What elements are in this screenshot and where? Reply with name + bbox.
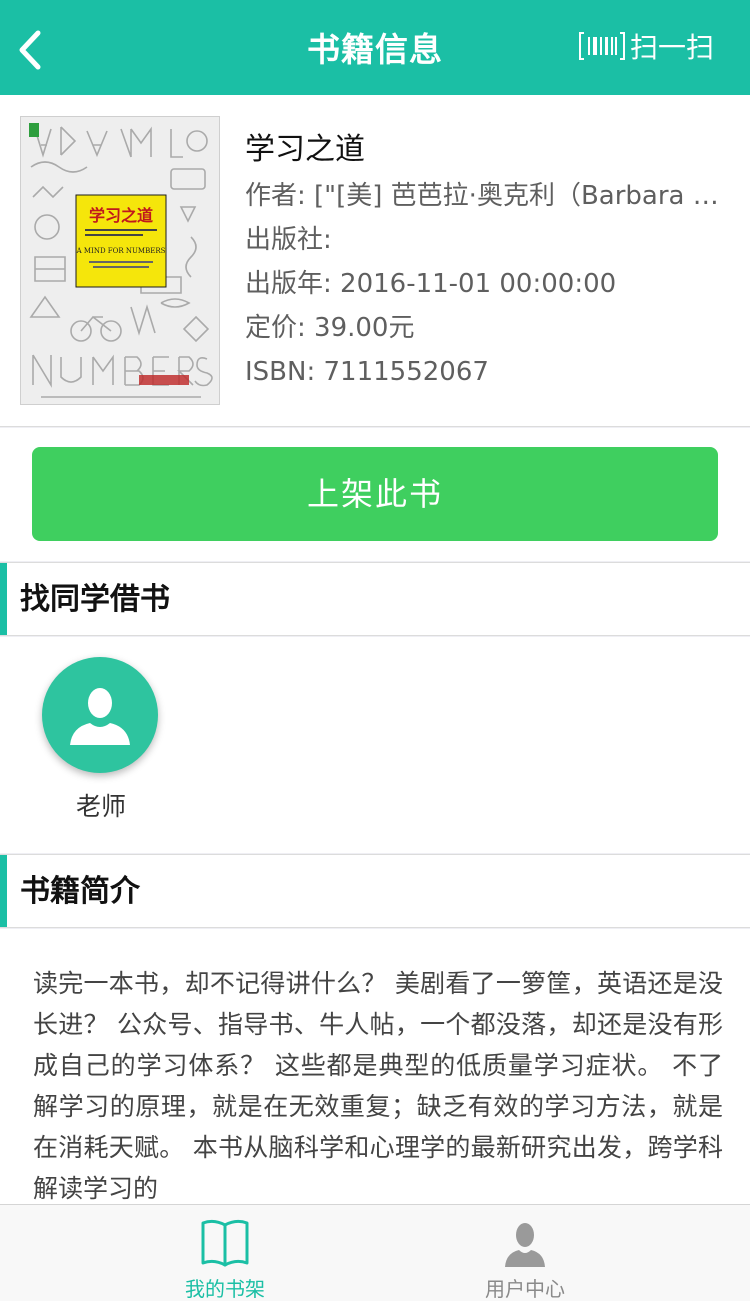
- book-meta: 学习之道 作者: ["[美] 芭芭拉·奥克利（Barbara Oakley） 出…: [245, 130, 725, 394]
- summary-section-title: 书籍简介: [20, 874, 140, 909]
- summary-text: 读完一本书，却不记得讲什么？ 美剧看了一箩筐，英语还是没长进？ 公众号、指导书、…: [33, 969, 723, 1203]
- summary-section-header: 书籍简介: [0, 854, 750, 928]
- shelf-action-area: 上架此书: [0, 428, 750, 561]
- tab-user-center[interactable]: 用户中心: [425, 1205, 625, 1301]
- tab-my-shelf[interactable]: 我的书架: [125, 1205, 325, 1301]
- scan-button[interactable]: 扫一扫: [578, 28, 714, 64]
- borrow-section-header: 找同学借书: [0, 562, 750, 636]
- book-isbn: ISBN: 7111552067: [245, 357, 489, 387]
- barcode-icon: [578, 31, 626, 61]
- book-price: 定价: 39.00元: [245, 313, 415, 343]
- book-author: 作者: ["[美] 芭芭拉·奥克利（Barbara Oakley）: [245, 181, 725, 211]
- book-info-card: 学习之道 A MIND FOR NUMBERS 学习之道 作者: ["[美] 芭…: [0, 95, 750, 427]
- navigation-bar: 书籍信息 扫一扫: [0, 0, 750, 95]
- book-cover-image: 学习之道 A MIND FOR NUMBERS: [20, 116, 220, 405]
- cover-subtitle: A MIND FOR NUMBERS: [76, 247, 166, 255]
- section-accent-bar: [0, 563, 7, 635]
- borrower-list: 老师: [0, 637, 750, 853]
- scan-label: 扫一扫: [629, 31, 714, 64]
- user-silhouette-icon: [70, 688, 130, 745]
- cover-title: 学习之道: [89, 206, 153, 225]
- user-icon: [425, 1205, 625, 1267]
- book-icon: [125, 1205, 325, 1267]
- borrower-name: 老师: [75, 792, 126, 821]
- book-summary: 读完一本书，却不记得讲什么？ 美剧看了一箩筐，英语还是没长进？ 公众号、指导书、…: [0, 929, 750, 1205]
- borrower-item[interactable]: 老师: [42, 657, 160, 823]
- shelf-book-button[interactable]: 上架此书: [32, 447, 718, 541]
- book-publisher: 出版社:: [245, 225, 332, 255]
- book-title: 学习之道: [245, 132, 365, 167]
- book-publish-year: 出版年: 2016-11-01 00:00:00: [245, 269, 617, 299]
- section-accent-bar: [0, 855, 7, 927]
- tab-user-center-label: 用户中心: [485, 1277, 565, 1301]
- tab-my-shelf-label: 我的书架: [185, 1277, 265, 1301]
- tab-bar: 我的书架 用户中心: [0, 1204, 750, 1301]
- borrow-section-title: 找同学借书: [20, 582, 170, 617]
- avatar[interactable]: [42, 657, 158, 773]
